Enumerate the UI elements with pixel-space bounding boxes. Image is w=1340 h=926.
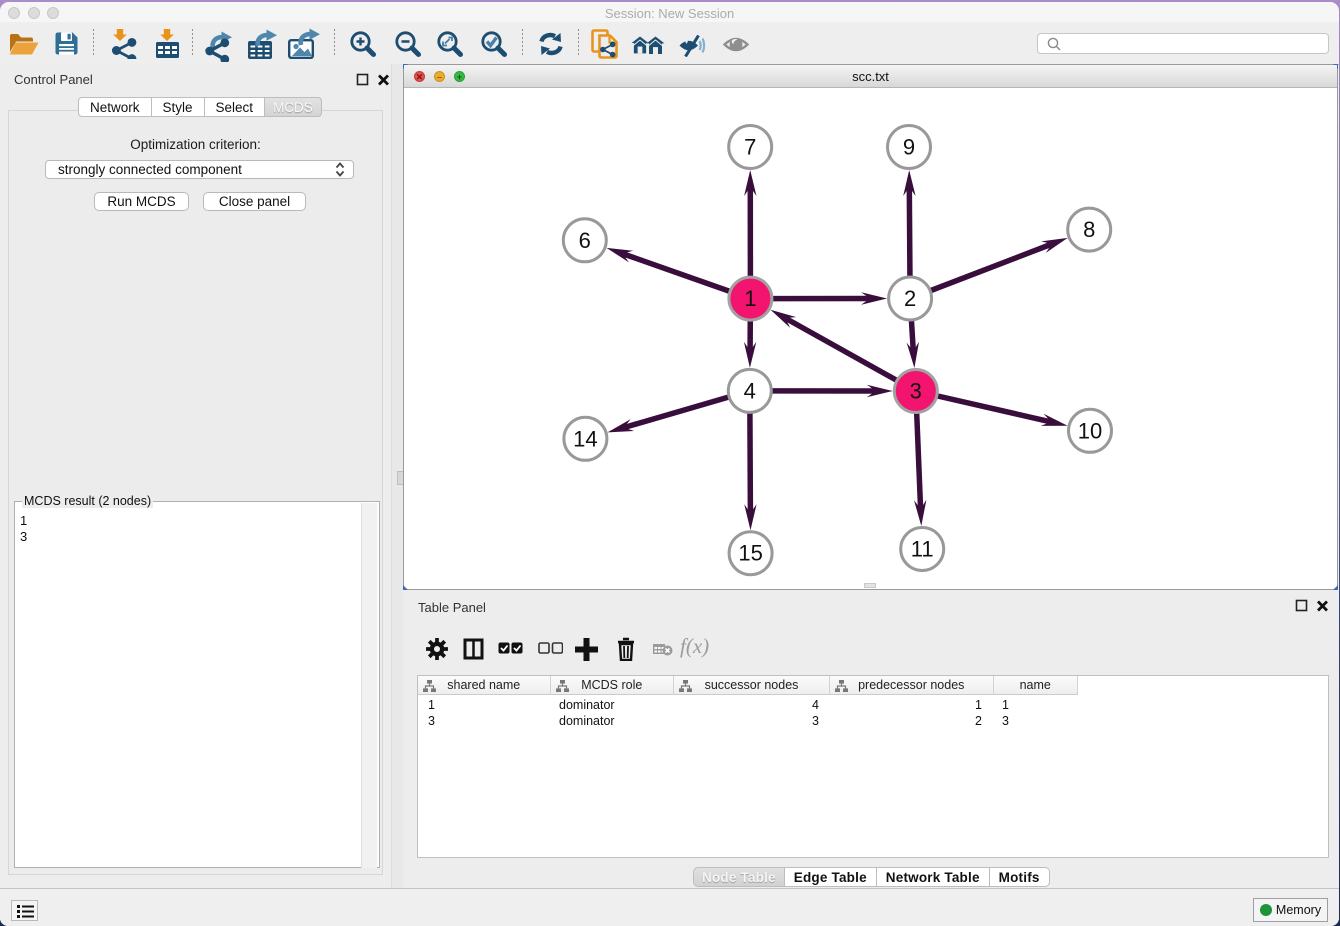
svg-text:7: 7 [744, 135, 756, 160]
svg-text:2: 2 [904, 286, 916, 311]
svg-text:8: 8 [1083, 217, 1095, 242]
svg-text:11: 11 [911, 537, 934, 562]
svg-text:14: 14 [573, 426, 597, 451]
svg-text:6: 6 [579, 228, 591, 253]
svg-text:3: 3 [910, 379, 922, 404]
svg-text:15: 15 [738, 541, 762, 566]
svg-text:9: 9 [903, 135, 915, 160]
svg-text:4: 4 [744, 378, 756, 403]
svg-text:10: 10 [1078, 418, 1102, 443]
svg-text:1: 1 [744, 286, 756, 311]
